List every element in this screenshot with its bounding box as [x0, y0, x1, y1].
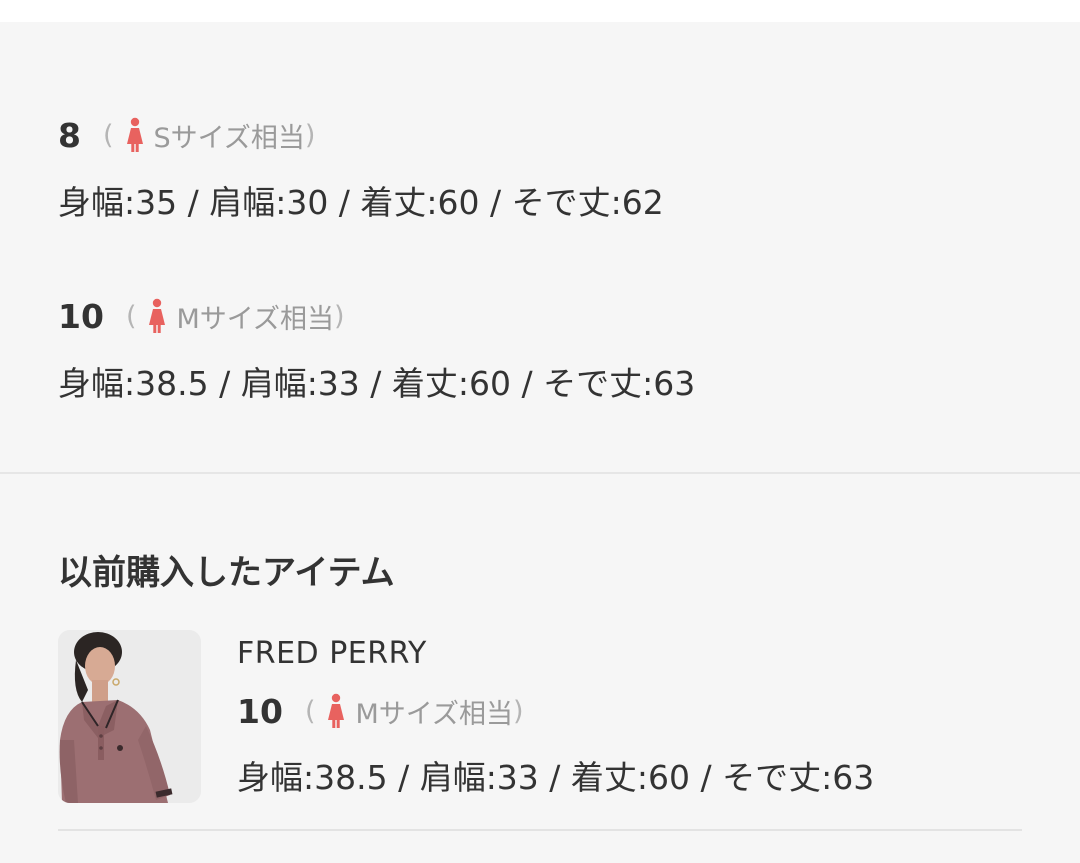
product-photo — [58, 630, 201, 803]
size-measurements: 身幅:38.5 / 肩幅:33 / 着丈:60 / そで丈:63 — [58, 364, 696, 403]
female-figure-icon — [126, 117, 143, 152]
list-divider — [58, 829, 1022, 831]
size-measurements: 身幅:35 / 肩幅:30 / 着丈:60 / そで丈:62 — [58, 183, 664, 222]
size-number: 8 — [58, 115, 81, 155]
paren-open: ( — [102, 119, 114, 151]
size-number: 10 — [58, 296, 104, 336]
size-header: 10 ( Mサイズ相当 ) — [58, 296, 695, 336]
paren-close: ) — [304, 119, 316, 151]
size-option-8: 8 ( Sサイズ相当 ) 身幅:35 / 肩幅:30 / 着丈:60 / そで丈… — [58, 115, 664, 224]
size-header: 10 ( Mサイズ相当 ) — [237, 691, 874, 731]
size-equivalent-label: Mサイズ相当 — [176, 303, 334, 335]
size-equivalent-label: Sサイズ相当 — [153, 122, 305, 154]
paren-close: ) — [333, 300, 345, 332]
size-equivalent: ( Mサイズ相当 ) — [126, 297, 345, 336]
section-divider — [0, 472, 1080, 474]
product-thumbnail[interactable] — [58, 630, 201, 803]
paren-close: ) — [512, 695, 524, 727]
paren-open: ( — [125, 300, 137, 332]
size-measurements: 身幅:38.5 / 肩幅:33 / 着丈:60 / そで丈:63 — [237, 758, 875, 797]
size-header: 8 ( Sサイズ相当 ) — [58, 115, 664, 155]
female-figure-icon — [149, 298, 166, 333]
size-equivalent: ( Sサイズ相当 ) — [103, 116, 315, 155]
paren-open: ( — [304, 695, 316, 727]
size-equivalent: ( Mサイズ相当 ) — [305, 692, 524, 731]
female-figure-icon — [328, 693, 345, 728]
purchased-item[interactable]: FRED PERRY 10 ( Mサイズ相当 ) 身幅:38.5 / 肩幅:33… — [237, 636, 874, 799]
brand-name: FRED PERRY — [237, 636, 427, 671]
top-white-bar — [0, 0, 1080, 22]
size-number: 10 — [237, 691, 283, 731]
purchased-section-title: 以前購入したアイテム — [58, 553, 395, 593]
size-option-10: 10 ( Mサイズ相当 ) 身幅:38.5 / 肩幅:33 / 着丈:60 / … — [58, 296, 695, 405]
size-equivalent-label: Mサイズ相当 — [355, 698, 513, 730]
